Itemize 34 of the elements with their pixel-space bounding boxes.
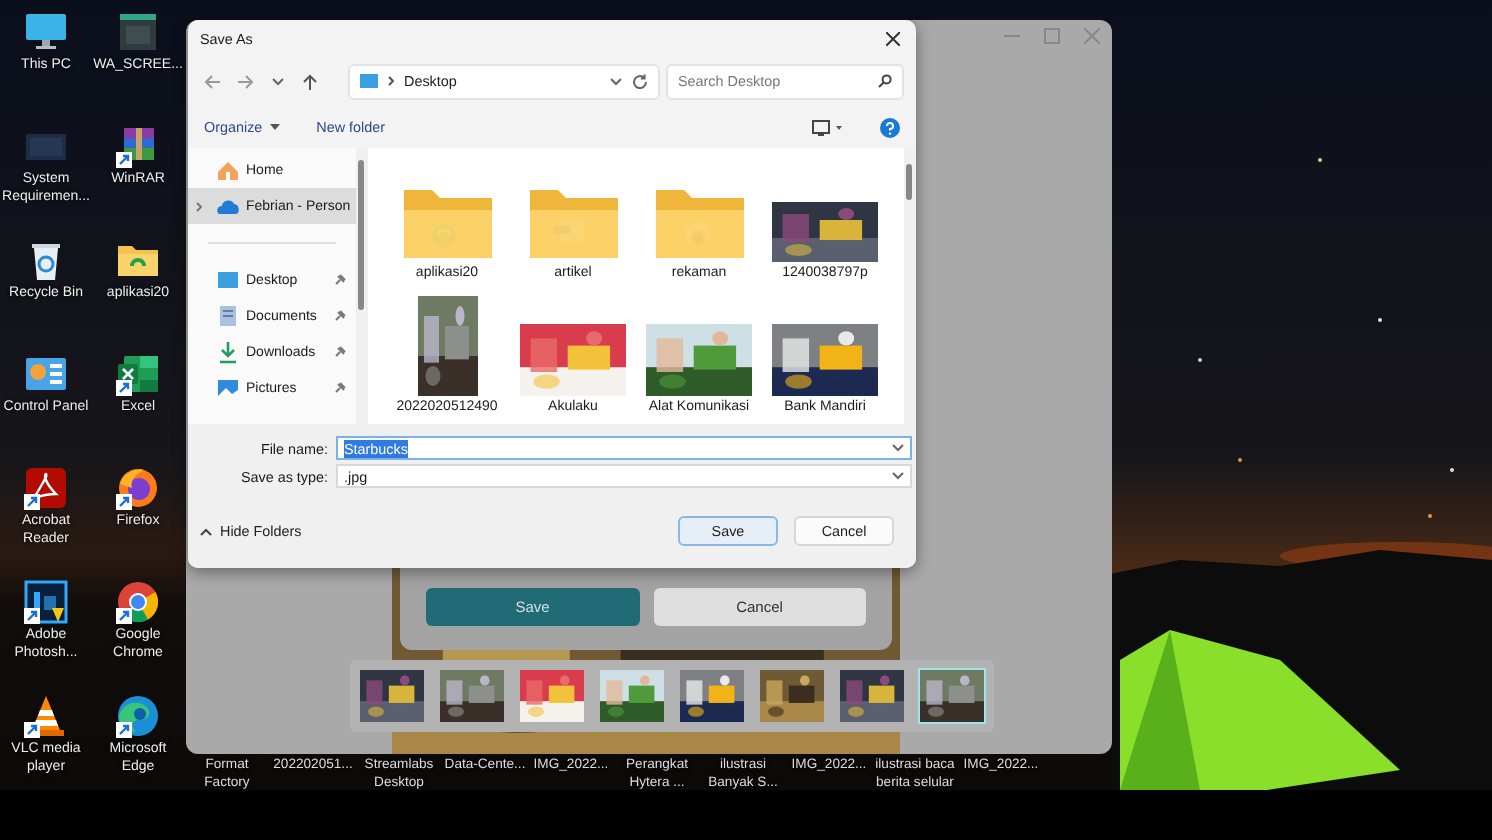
caret-icon <box>270 124 281 130</box>
browser-icon[interactable] <box>116 466 160 510</box>
pdf-icon[interactable] <box>24 466 68 510</box>
help-icon[interactable] <box>880 117 900 137</box>
desktop-icon <box>216 268 240 292</box>
close-icon[interactable] <box>886 31 900 45</box>
up-icon[interactable] <box>302 73 318 89</box>
cloud-icon <box>216 194 240 218</box>
traffic-cone-icon[interactable] <box>24 694 68 738</box>
expand-icon[interactable] <box>196 201 202 211</box>
refresh-icon[interactable] <box>632 73 648 89</box>
caret-icon <box>892 444 904 452</box>
view-icon[interactable] <box>812 119 844 135</box>
back-icon[interactable] <box>204 73 220 89</box>
chevron-icon <box>388 76 394 86</box>
browser-icon[interactable] <box>116 694 160 738</box>
browser-icon[interactable] <box>116 580 160 624</box>
document-icon <box>216 304 240 328</box>
control-panel-icon[interactable] <box>24 352 68 396</box>
caret-icon <box>892 472 904 480</box>
forward-icon[interactable] <box>238 73 254 89</box>
desktop-icon <box>360 74 378 88</box>
history-caret-icon <box>272 77 284 85</box>
search-icon <box>878 74 892 88</box>
home-icon <box>216 158 240 182</box>
caret-icon <box>200 527 212 535</box>
picture-icon <box>216 376 240 400</box>
books-icon[interactable] <box>116 124 160 168</box>
spreadsheet-icon[interactable] <box>116 352 160 396</box>
download-icon <box>216 340 240 364</box>
dropdown-caret-icon <box>610 77 622 85</box>
image-file-icon[interactable] <box>116 10 160 54</box>
image-editor-icon[interactable] <box>24 580 68 624</box>
monitor-icon[interactable] <box>24 10 68 54</box>
